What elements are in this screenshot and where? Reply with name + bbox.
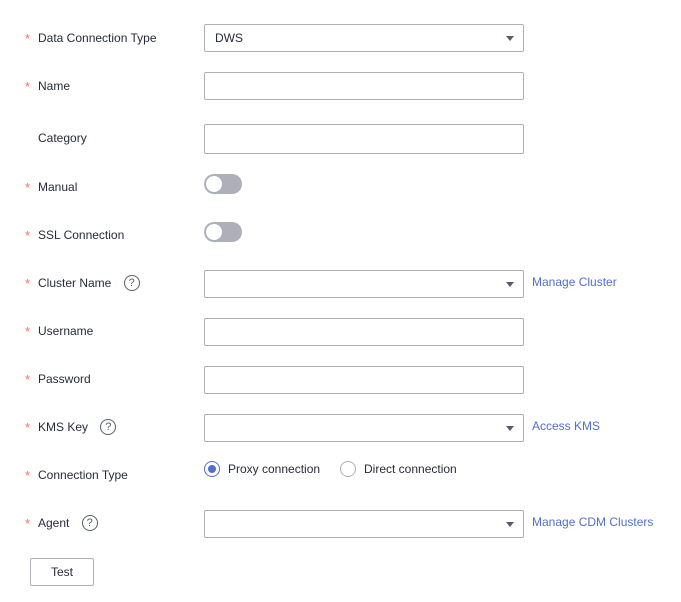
agent-label-wrap: Agent ? (38, 508, 98, 538)
question-circle-icon[interactable]: ? (100, 418, 117, 435)
username-label: Username (38, 324, 94, 338)
field-category: Category (0, 123, 681, 154)
ssl-connection-label: SSL Connection (38, 228, 125, 242)
test-button[interactable]: Test (30, 558, 94, 586)
field-ssl-connection: * SSL Connection (0, 220, 681, 250)
name-label: Name (38, 79, 71, 93)
field-username: * Username (0, 316, 681, 346)
chevron-down-icon (506, 282, 514, 287)
direct-connection-radio[interactable]: Direct connection (340, 460, 457, 480)
agent-label: Agent (38, 516, 70, 530)
category-label: Category (38, 131, 87, 145)
question-circle-icon[interactable]: ? (123, 274, 140, 291)
cluster-name-label: Cluster Name (38, 276, 112, 290)
radio-unchecked-icon (340, 460, 356, 477)
password-label: Password (38, 372, 91, 386)
data-connection-type-label: Data Connection Type (38, 31, 157, 45)
chevron-down-icon (506, 36, 514, 41)
kms-key-select[interactable] (204, 414, 524, 442)
proxy-connection-radio[interactable]: Proxy connection (204, 460, 320, 480)
kms-key-label: KMS Key (38, 420, 89, 434)
radio-checked-icon (204, 460, 220, 477)
manage-cdm-clusters-link[interactable]: Manage CDM Clusters (532, 508, 653, 536)
ssl-connection-toggle[interactable] (204, 222, 242, 242)
field-connection-type: * Connection Type Proxy connection Direc… (0, 460, 681, 490)
field-kms-key: * KMS Key ? Access KMS (0, 412, 681, 442)
field-password: * Password (0, 364, 681, 394)
required-mark: * (25, 372, 31, 387)
password-input[interactable] (204, 366, 524, 394)
required-mark: * (25, 420, 31, 435)
required-mark: * (25, 516, 31, 531)
required-mark: * (25, 180, 31, 195)
chevron-down-icon (506, 522, 514, 527)
required-mark: * (25, 468, 31, 483)
question-circle-icon[interactable]: ? (81, 514, 98, 531)
kms-key-label-wrap: KMS Key ? (38, 412, 117, 442)
field-manual: * Manual (0, 172, 681, 202)
toggle-knob (206, 224, 222, 240)
required-mark: * (25, 228, 31, 243)
required-mark: * (25, 31, 31, 46)
access-kms-link[interactable]: Access KMS (532, 412, 600, 440)
data-connection-type-select[interactable]: DWS (204, 24, 524, 52)
chevron-down-icon (506, 426, 514, 431)
name-input[interactable] (204, 72, 524, 100)
manual-label: Manual (38, 180, 78, 194)
category-input[interactable] (204, 124, 524, 154)
required-mark: * (25, 276, 31, 291)
toggle-knob (206, 176, 222, 192)
cluster-name-select[interactable] (204, 270, 524, 298)
field-data-connection-type: * Data Connection Type DWS (0, 23, 681, 53)
username-input[interactable] (204, 318, 524, 346)
proxy-connection-label: Proxy connection (228, 462, 321, 476)
direct-connection-label: Direct connection (364, 462, 457, 476)
required-mark: * (25, 324, 31, 339)
manage-cluster-link[interactable]: Manage Cluster (532, 268, 617, 296)
agent-select[interactable] (204, 510, 524, 538)
field-name: * Name (0, 71, 681, 101)
data-connection-type-value: DWS (215, 31, 243, 45)
field-cluster-name: * Cluster Name ? Manage Cluster (0, 268, 681, 298)
connection-type-label: Connection Type (38, 468, 128, 482)
required-mark: * (25, 79, 31, 94)
manual-toggle[interactable] (204, 174, 242, 194)
field-agent: * Agent ? Manage CDM Clusters (0, 508, 681, 538)
cluster-name-label-wrap: Cluster Name ? (38, 268, 140, 298)
